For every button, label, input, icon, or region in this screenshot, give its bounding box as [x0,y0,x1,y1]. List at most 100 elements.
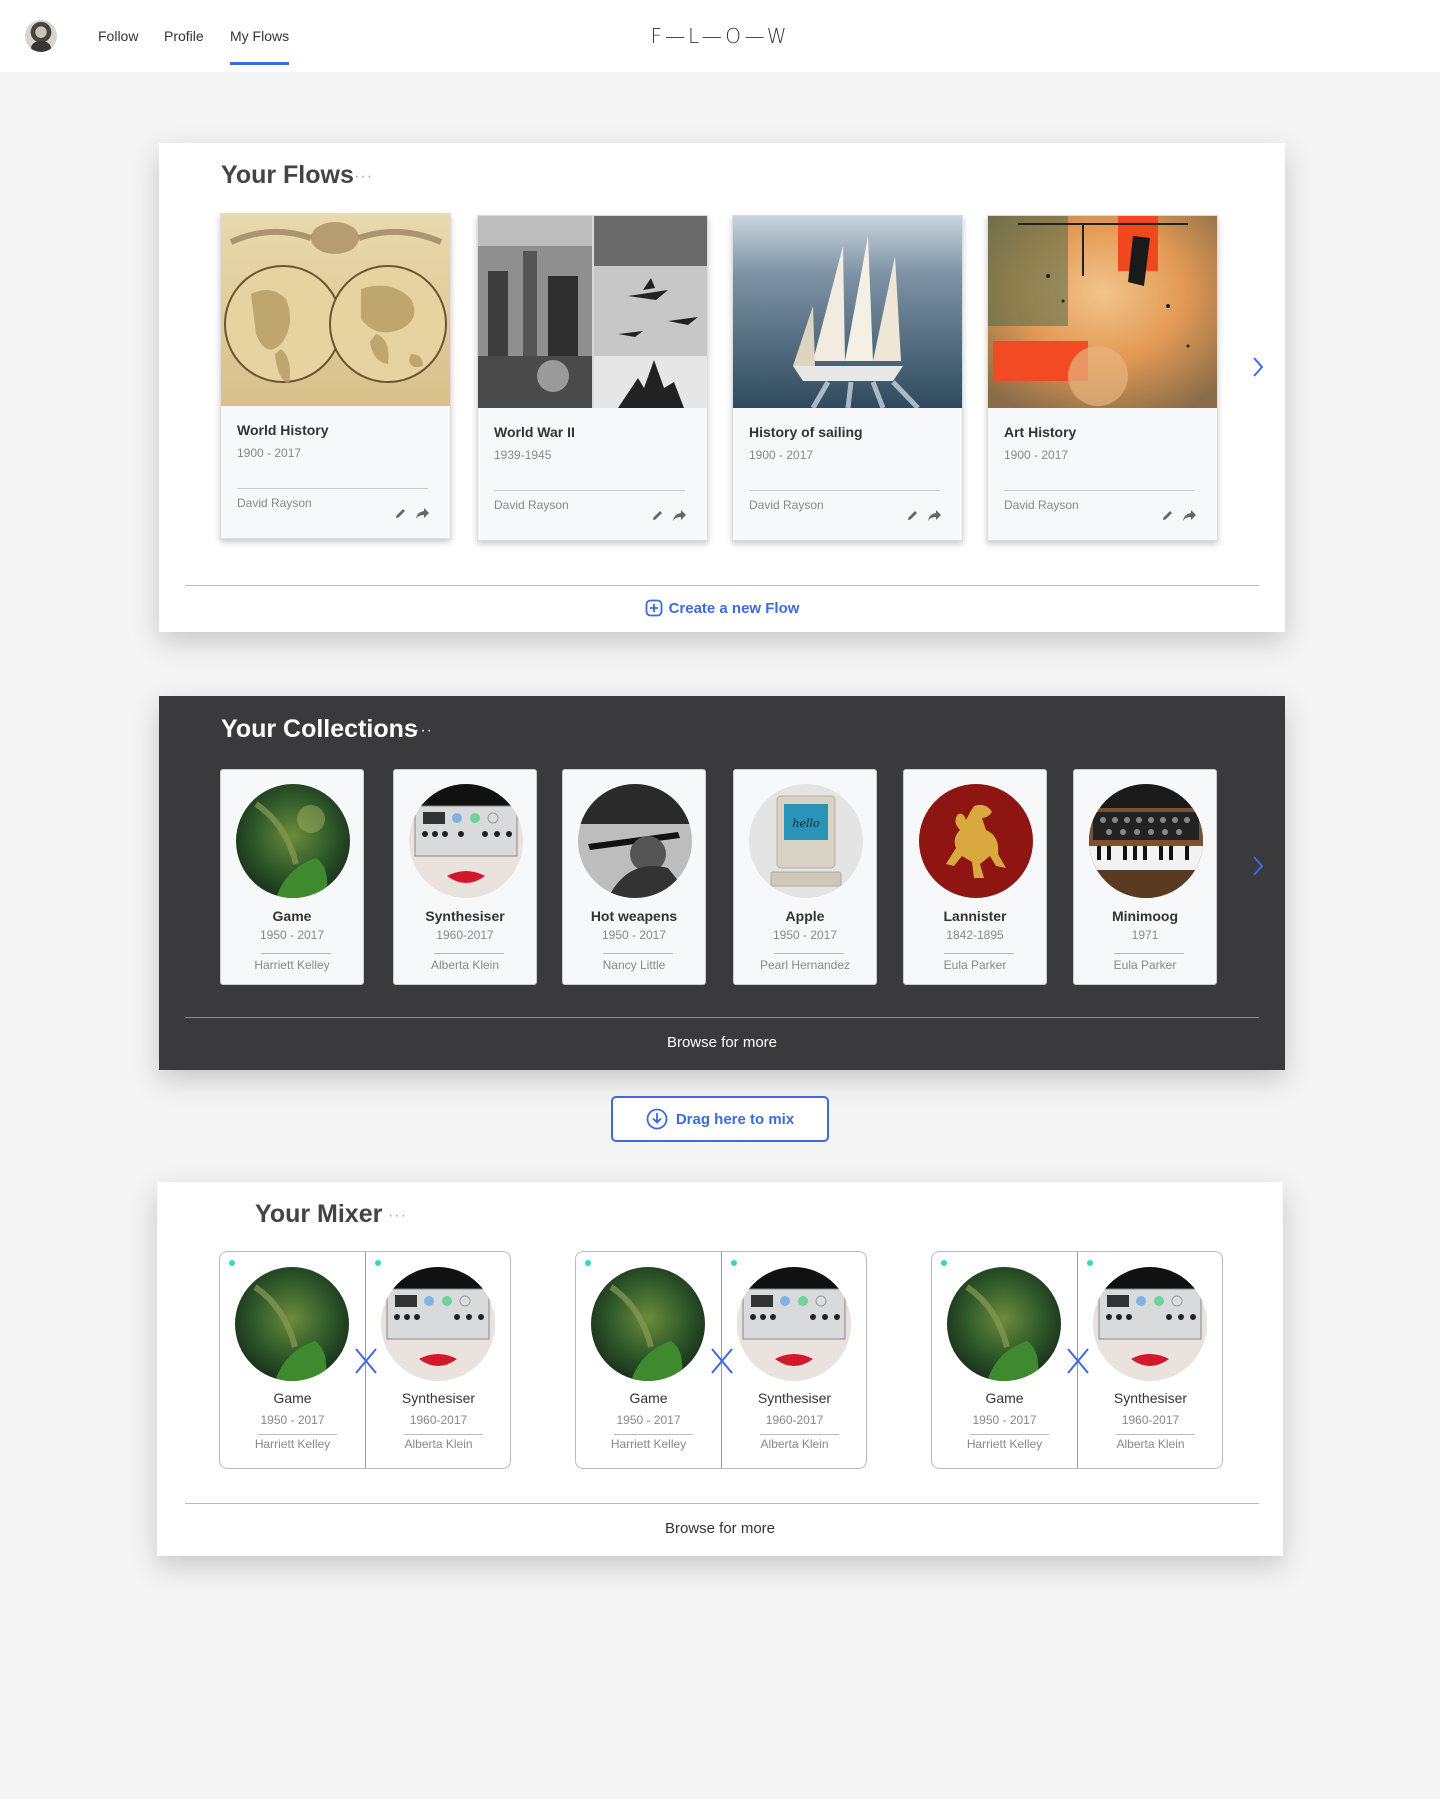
collection-name: Hot weapens [590,908,678,924]
collection-divider [261,953,331,954]
mixer-item-right[interactable]: Synthesiser 1960-2017 Alberta Klein [366,1252,511,1468]
collection-card-synthesiser[interactable]: Synthesiser 1960-2017 Alberta Klein [393,769,537,985]
flow-card-art-history[interactable]: Art History 1900 - 2017 David Rayson [987,215,1218,541]
game-image [591,1267,705,1381]
collection-card-game[interactable]: Game 1950 - 2017 Harriett Kelley [220,769,364,985]
nav-profile[interactable]: Profile [164,28,204,44]
chevron-right-icon[interactable] [1251,355,1265,384]
mixer-item-left[interactable]: Game 1950 - 2017 Harriett Kelley [932,1252,1077,1468]
mixer-item-author: Alberta Klein [404,1437,473,1451]
flows-panel: Your Flows ··· World History 1900 - 2017… [159,143,1285,632]
collections-title: Your Collections [221,715,418,743]
mixer-item-author: Harriett Kelley [966,1437,1043,1451]
mix-x-icon [354,1347,378,1375]
collection-card-lannister[interactable]: Lannister 1842-1895 Eula Parker [903,769,1047,985]
download-circle-icon [646,1108,668,1130]
collections-divider [185,1017,1259,1018]
nav-my-flows[interactable]: My Flows [230,28,290,65]
lannister-lion-image [919,784,1033,898]
collection-name: Synthesiser [425,908,505,924]
flow-card-world-war-ii[interactable]: World War II 1939-1945 David Rayson [477,215,708,541]
top-navigation-bar: Follow Profile My Flows F—L—O—W [0,0,1440,72]
mixer-menu-icon[interactable]: ··· [388,1207,407,1225]
collection-divider [944,953,1014,954]
synthesiser-image [409,784,523,898]
mixer-item-divider [1116,1434,1195,1435]
mixer-pair-card[interactable]: Game 1950 - 2017 Harriett Kelley Synthes… [219,1251,511,1469]
sailing-ship-image [733,216,962,408]
mixer-item-right[interactable]: Synthesiser 1960-2017 Alberta Klein [1078,1252,1223,1468]
synthesiser-image [1093,1267,1207,1381]
collection-years: 1950 - 2017 [259,928,325,942]
status-dot-icon [1087,1260,1093,1266]
user-avatar[interactable] [25,20,57,52]
nav-follow[interactable]: Follow [98,28,138,44]
mixer-item-name: Synthesiser [401,1390,476,1406]
browse-collections-button[interactable]: Browse for more [159,1034,1285,1051]
status-dot-icon [229,1260,235,1266]
plus-box-icon [645,599,662,617]
collection-author: Pearl Hernandez [759,958,851,972]
mixer-item-years: 1950 - 2017 [616,1413,681,1427]
create-new-flow-label: Create a new Flow [668,599,800,617]
mixer-item-divider [970,1434,1049,1435]
mixer-item-right[interactable]: Synthesiser 1960-2017 Alberta Klein [722,1252,867,1468]
collection-years: 1971 [1131,928,1159,942]
flow-author: David Rayson [237,496,312,510]
mixer-item-divider [258,1434,337,1435]
mixer-item-years: 1960-2017 [1121,1413,1180,1427]
mix-x-icon [710,1347,734,1375]
mixer-item-name: Game [629,1390,668,1406]
brand-logo: F—L—O—W [650,24,790,48]
game-image [235,1267,349,1381]
flow-card-world-history[interactable]: World History 1900 - 2017 David Rayson [220,213,451,539]
flows-title: Your Flows [221,161,354,189]
mixer-item-years: 1960-2017 [409,1413,468,1427]
flow-author: David Rayson [494,498,569,512]
edit-pencil-icon[interactable] [392,505,408,521]
flow-card-history-of-sailing[interactable]: History of sailing 1900 - 2017 David Ray… [732,215,963,541]
mixer-item-years: 1960-2017 [765,1413,824,1427]
browse-mixer-button[interactable]: Browse for more [157,1520,1283,1537]
apple-macintosh-image: hello [749,784,863,898]
mixer-item-left[interactable]: Game 1950 - 2017 Harriett Kelley [576,1252,721,1468]
flow-years: 1900 - 2017 [237,446,302,460]
mixer-item-left[interactable]: Game 1950 - 2017 Harriett Kelley [220,1252,365,1468]
mixer-item-author: Harriett Kelley [610,1437,687,1451]
share-arrow-icon[interactable] [1181,507,1197,523]
mixer-pair-card[interactable]: Game 1950 - 2017 Harriett Kelley Synthes… [575,1251,867,1469]
share-arrow-icon[interactable] [414,505,430,521]
collection-years: 1960-2017 [436,928,494,942]
minimoog-image [1089,784,1203,898]
collection-name: Lannister [943,908,1007,924]
mixer-pair-card[interactable]: Game 1950 - 2017 Harriett Kelley Synthes… [931,1251,1223,1469]
edit-pencil-icon[interactable] [904,507,920,523]
drag-here-to-mix-dropzone[interactable]: Drag here to mix [611,1096,829,1142]
collection-years: 1950 - 2017 [601,928,667,942]
collection-card-minimoog[interactable]: Minimoog 1971 Eula Parker [1073,769,1217,985]
edit-pencil-icon[interactable] [649,507,665,523]
flows-menu-icon[interactable]: ··· [354,168,373,186]
flow-years: 1900 - 2017 [749,448,814,462]
flow-divider [749,490,940,491]
create-new-flow-button[interactable]: Create a new Flow [159,599,1285,617]
flows-divider [185,585,1259,586]
collection-card-hot-weapens[interactable]: Hot weapens 1950 - 2017 Nancy Little [562,769,706,985]
collection-divider [434,953,504,954]
flow-divider [237,488,428,489]
collection-divider [774,953,844,954]
collection-years: 1950 - 2017 [772,928,838,942]
edit-pencil-icon[interactable] [1159,507,1175,523]
game-image [236,784,350,898]
mixer-item-author: Harriett Kelley [254,1437,331,1451]
share-arrow-icon[interactable] [671,507,687,523]
share-arrow-icon[interactable] [926,507,942,523]
mixer-item-divider [760,1434,839,1435]
status-dot-icon [941,1260,947,1266]
chevron-right-icon[interactable] [1251,854,1265,883]
svg-text:hello: hello [792,817,820,830]
synthesiser-image [737,1267,851,1381]
collection-card-apple[interactable]: hello Apple 1950 - 2017 Pearl Hernandez [733,769,877,985]
collection-name: Game [272,908,312,924]
collections-menu-icon[interactable]: ··· [414,722,433,740]
